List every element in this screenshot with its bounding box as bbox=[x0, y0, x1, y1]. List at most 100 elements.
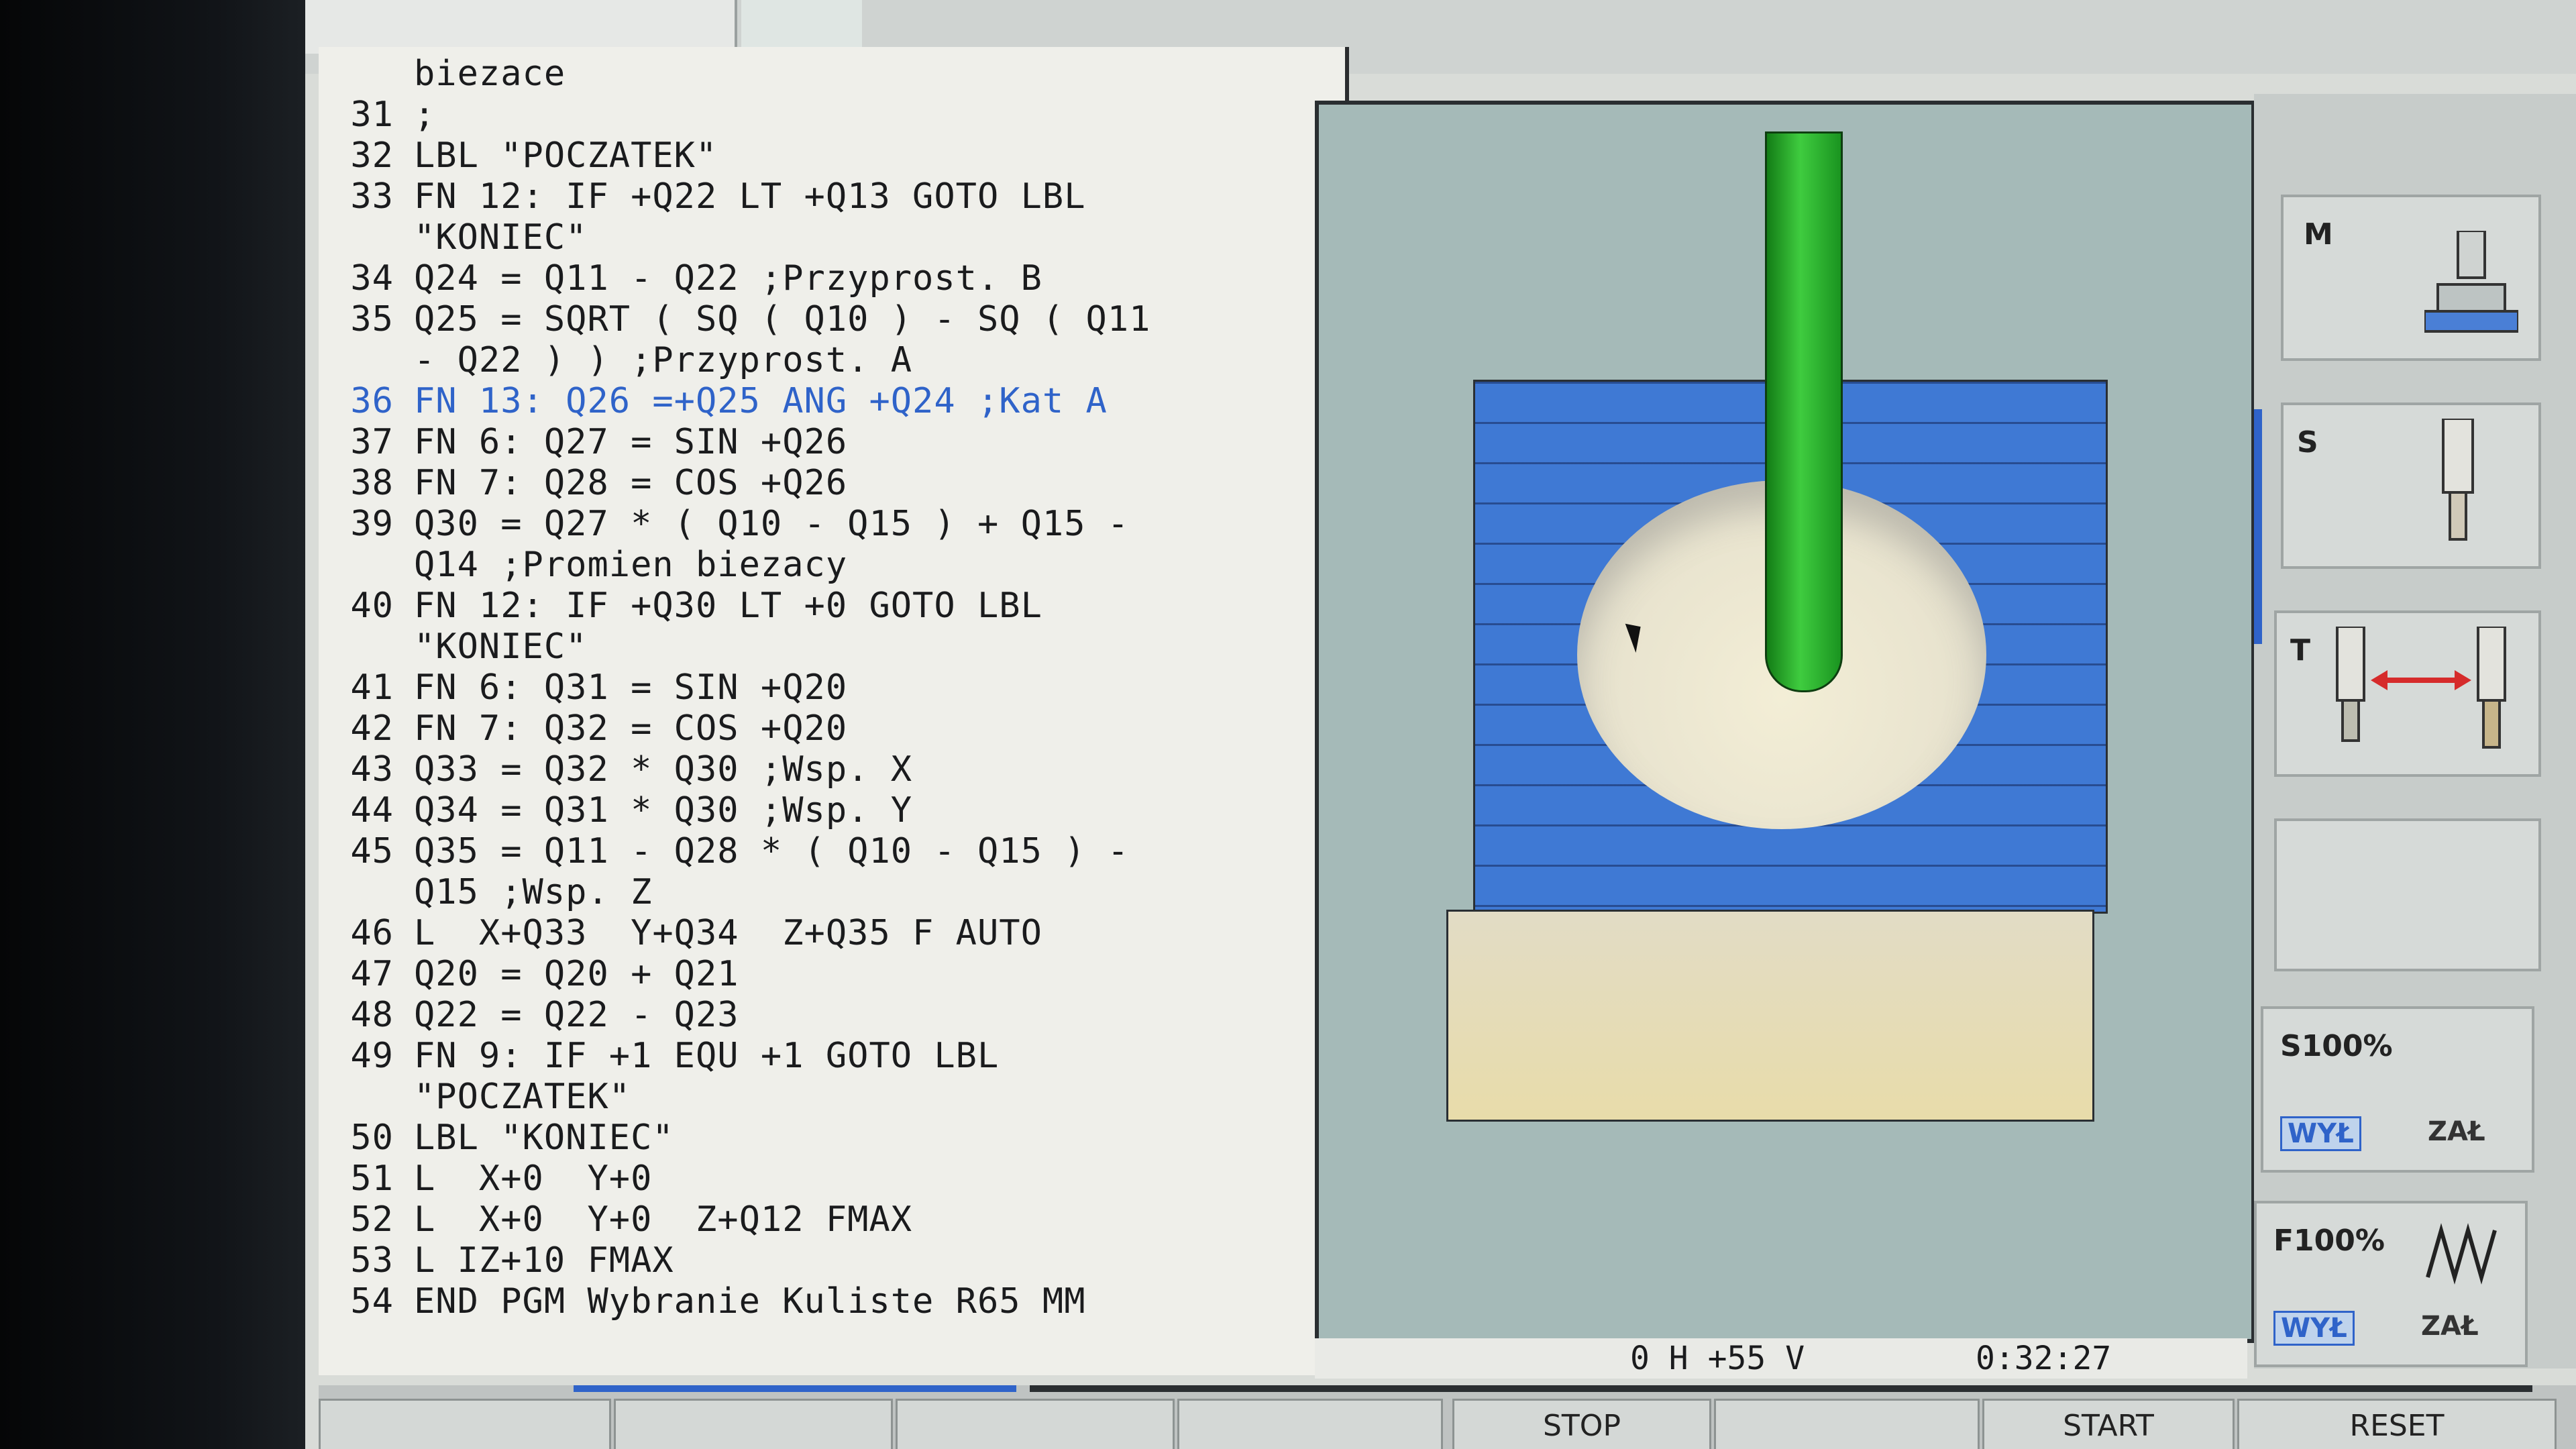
softkey-2[interactable] bbox=[614, 1399, 893, 1449]
program-line[interactable]: 47 Q20 = Q20 + Q21 bbox=[319, 954, 739, 994]
feed-override-box[interactable]: F100% WYŁ ZAŁ bbox=[2254, 1201, 2528, 1367]
line-number: 49 bbox=[350, 1036, 394, 1076]
line-number: 45 bbox=[350, 831, 394, 871]
program-line[interactable]: 53 L IZ+10 FMAX bbox=[319, 1240, 674, 1281]
line-code: Q24 = Q11 - Q22 ;Przyprost. B bbox=[414, 258, 1042, 299]
tool-icon bbox=[1765, 131, 1843, 692]
softkey-4[interactable] bbox=[1177, 1399, 1443, 1449]
program-line[interactable]: 49 FN 9: IF +1 EQU +1 GOTO LBL bbox=[319, 1036, 999, 1076]
line-code: Q25 = SQRT ( SQ ( Q10 ) - SQ ( Q11 bbox=[414, 299, 1151, 339]
line-number: 36 bbox=[350, 381, 394, 421]
line-code: Q34 = Q31 * Q30 ;Wsp. Y bbox=[414, 790, 913, 830]
program-line[interactable]: 32 LBL "POCZATEK" bbox=[319, 136, 717, 176]
line-code: L X+Q33 Y+Q34 Z+Q35 F AUTO bbox=[414, 913, 1042, 953]
program-line[interactable]: biezace bbox=[319, 54, 566, 94]
active-indicator bbox=[2254, 409, 2262, 644]
spindle-override-label: S100% bbox=[2280, 1029, 2393, 1063]
program-line[interactable]: 33 FN 12: IF +Q22 LT +Q13 GOTO LBL bbox=[319, 176, 1086, 217]
program-line[interactable]: 34 Q24 = Q11 - Q22 ;Przyprost. B bbox=[319, 258, 1042, 299]
spindle-icon bbox=[2442, 419, 2474, 541]
program-line[interactable]: Q15 ;Wsp. Z bbox=[319, 872, 652, 912]
line-code: Q14 ;Promien biezacy bbox=[414, 545, 848, 585]
program-line[interactable]: 46 L X+Q33 Y+Q34 Z+Q35 F AUTO bbox=[319, 913, 1042, 953]
program-line[interactable]: - Q22 ) ) ;Przyprost. A bbox=[319, 340, 912, 380]
program-line[interactable]: 44 Q34 = Q31 * Q30 ;Wsp. Y bbox=[319, 790, 912, 830]
line-code: "POCZATEK" bbox=[414, 1077, 631, 1117]
line-code: "KONIEC" bbox=[414, 627, 588, 667]
line-number: 42 bbox=[350, 708, 394, 749]
softkey-6[interactable] bbox=[1714, 1399, 1980, 1449]
stop-button[interactable]: STOP bbox=[1452, 1399, 1711, 1449]
program-line[interactable]: 35 Q25 = SQRT ( SQ ( Q10 ) - SQ ( Q11 bbox=[319, 299, 1150, 339]
program-line[interactable]: 31; bbox=[319, 95, 435, 135]
line-code: ; bbox=[414, 95, 436, 135]
workpiece-side bbox=[1446, 910, 2094, 1122]
status-row: 0 H +55 V 0:32:27 bbox=[1315, 1338, 2247, 1379]
line-number: 51 bbox=[350, 1159, 394, 1199]
program-line[interactable]: 38 FN 7: Q28 = COS +Q26 bbox=[319, 463, 847, 503]
s-spindle-box[interactable]: S bbox=[2281, 402, 2541, 569]
top-tab bbox=[305, 0, 737, 54]
line-code: FN 9: IF +1 EQU +1 GOTO LBL bbox=[414, 1036, 1000, 1076]
program-listing[interactable]: biezace 31; 32 LBL "POCZATEK" 33 FN 12: IF +Q… bbox=[319, 47, 1349, 1375]
m-function-box[interactable]: M bbox=[2281, 195, 2541, 361]
program-line[interactable]: 52 L X+0 Y+0 Z+Q12 FMAX bbox=[319, 1199, 912, 1240]
line-code: "KONIEC" bbox=[414, 217, 588, 258]
program-line[interactable]: 51 L X+0 Y+0 bbox=[319, 1159, 652, 1199]
line-code: biezace bbox=[414, 54, 566, 94]
line-code: Q35 = Q11 - Q28 * ( Q10 - Q15 ) - bbox=[414, 831, 1130, 871]
line-number: 52 bbox=[350, 1199, 394, 1240]
line-number: 47 bbox=[350, 954, 394, 994]
line-code: - Q22 ) ) ;Przyprost. A bbox=[414, 340, 913, 380]
program-line[interactable]: "KONIEC" bbox=[319, 627, 587, 667]
line-code: FN 13: Q26 =+Q25 ANG +Q24 ;Kat A bbox=[414, 381, 1108, 421]
softkey-3[interactable] bbox=[896, 1399, 1175, 1449]
line-number: 44 bbox=[350, 790, 394, 830]
empty-slot bbox=[2274, 818, 2541, 971]
line-code: LBL "KONIEC" bbox=[414, 1118, 674, 1158]
program-line[interactable]: 50 LBL "KONIEC" bbox=[319, 1118, 674, 1158]
line-number: 31 bbox=[350, 95, 394, 135]
machine-status-panel: M S T S100% WYŁ ZAŁ F100% WYŁ ZAŁ bbox=[2254, 94, 2576, 1368]
line-code: END PGM Wybranie Kuliste R65 MM bbox=[414, 1281, 1086, 1322]
feed-zigzag-icon bbox=[2426, 1223, 2497, 1285]
program-line[interactable]: 45 Q35 = Q11 - Q28 * ( Q10 - Q15 ) - bbox=[319, 831, 1129, 871]
program-line[interactable]: "KONIEC" bbox=[319, 217, 587, 258]
feed-on-toggle[interactable]: ZAŁ bbox=[2421, 1311, 2479, 1342]
line-number: 41 bbox=[350, 667, 394, 708]
line-code: L X+0 Y+0 Z+Q12 FMAX bbox=[414, 1199, 913, 1240]
start-button[interactable]: START bbox=[1982, 1399, 2235, 1449]
line-number: 33 bbox=[350, 176, 394, 217]
line-number: 50 bbox=[350, 1118, 394, 1158]
m-label: M bbox=[2304, 217, 2333, 252]
program-line[interactable]: 43 Q33 = Q32 * Q30 ;Wsp. X bbox=[319, 749, 912, 790]
line-number: 32 bbox=[350, 136, 394, 176]
program-line[interactable]: "POCZATEK" bbox=[319, 1077, 631, 1117]
t-label: T bbox=[2290, 633, 2311, 667]
program-line[interactable]: Q14 ;Promien biezacy bbox=[319, 545, 847, 585]
program-line[interactable]: 40 FN 12: IF +Q30 LT +0 GOTO LBL bbox=[319, 586, 1042, 626]
t-tool-box[interactable]: T bbox=[2274, 610, 2541, 777]
machining-time: 0:32:27 bbox=[1976, 1340, 2112, 1377]
spindle-override-box[interactable]: S100% WYŁ ZAŁ bbox=[2261, 1006, 2534, 1173]
line-code: Q15 ;Wsp. Z bbox=[414, 872, 653, 912]
program-line[interactable]: 42 FN 7: Q32 = COS +Q20 bbox=[319, 708, 847, 749]
line-number: 43 bbox=[350, 749, 394, 790]
program-line[interactable]: 37 FN 6: Q27 = SIN +Q26 bbox=[319, 422, 847, 462]
spindle-head-icon bbox=[2424, 231, 2518, 333]
softkey-1[interactable] bbox=[319, 1399, 611, 1449]
program-line[interactable]: 54 END PGM Wybranie Kuliste R65 MM bbox=[319, 1281, 1086, 1322]
program-line[interactable]: 39 Q30 = Q27 * ( Q10 - Q15 ) + Q15 - bbox=[319, 504, 1129, 544]
line-code: Q33 = Q32 * Q30 ;Wsp. X bbox=[414, 749, 913, 790]
spindle-off-toggle[interactable]: WYŁ bbox=[2280, 1116, 2361, 1151]
reset-button[interactable]: RESET bbox=[2237, 1399, 2557, 1449]
program-line[interactable]: 48 Q22 = Q22 - Q23 bbox=[319, 995, 739, 1035]
spindle-on-toggle[interactable]: ZAŁ bbox=[2428, 1116, 2485, 1147]
line-code: Q30 = Q27 * ( Q10 - Q15 ) + Q15 - bbox=[414, 504, 1130, 544]
line-code: FN 12: IF +Q22 LT +Q13 GOTO LBL bbox=[414, 176, 1086, 217]
program-line[interactable]: 36 FN 13: Q26 =+Q25 ANG +Q24 ;Kat A bbox=[319, 381, 1108, 421]
program-line[interactable]: 41 FN 6: Q31 = SIN +Q20 bbox=[319, 667, 847, 708]
line-number: 53 bbox=[350, 1240, 394, 1281]
line-number: 40 bbox=[350, 586, 394, 626]
feed-off-toggle[interactable]: WYŁ bbox=[2273, 1311, 2355, 1346]
